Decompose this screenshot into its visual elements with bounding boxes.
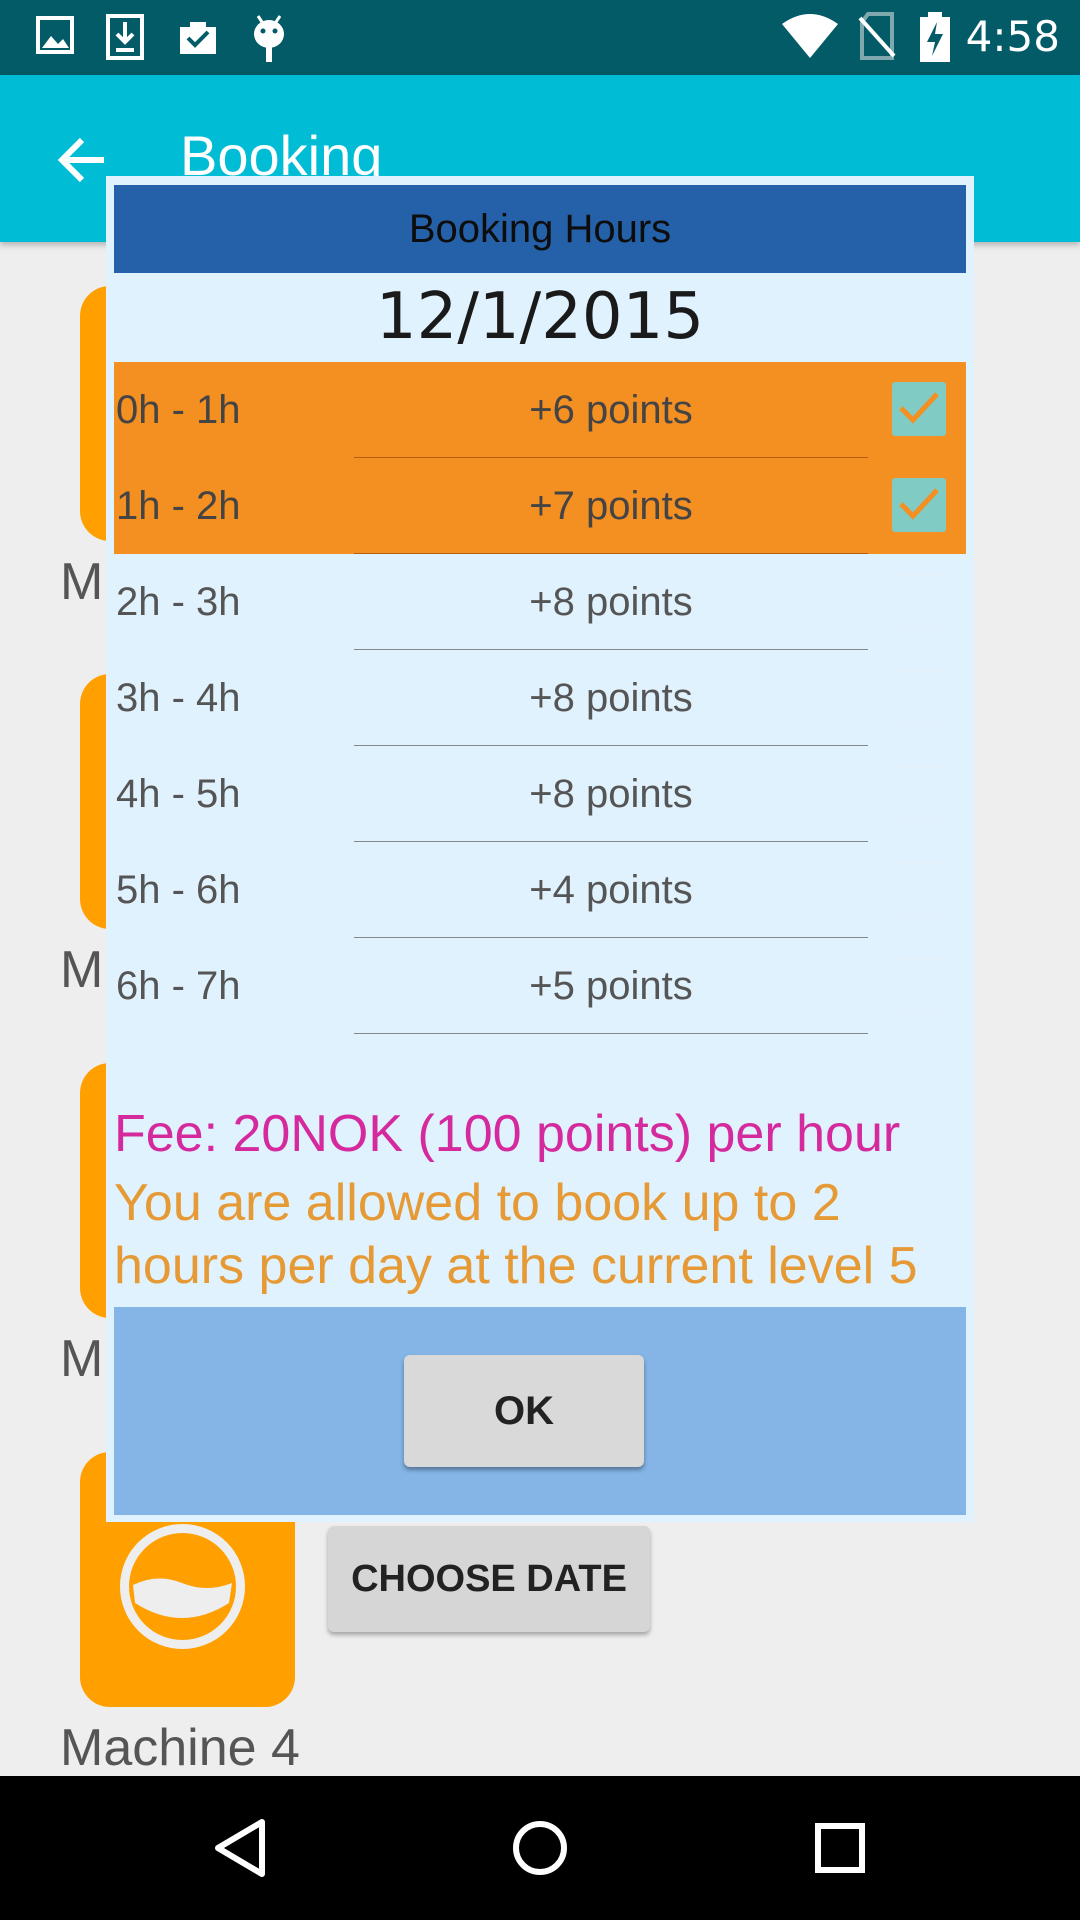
briefcase-check-icon — [180, 22, 216, 54]
arrow-back-icon[interactable] — [52, 130, 112, 190]
recents-square-icon[interactable] — [780, 1776, 900, 1920]
hour-checkbox[interactable] — [892, 670, 946, 724]
hour-checkbox[interactable] — [892, 958, 946, 1012]
hour-points: +8 points — [354, 554, 868, 650]
hour-range: 2h - 3h — [116, 580, 241, 624]
hour-list: 0h - 1h +6 points 1h - 2h +7 points 2h -… — [114, 362, 966, 1034]
hour-range: 3h - 4h — [116, 676, 241, 720]
hour-row[interactable]: 4h - 5h +8 points — [114, 746, 966, 842]
image-icon — [36, 16, 74, 54]
hour-checkbox[interactable] — [892, 574, 946, 628]
hour-range: 0h - 1h — [116, 388, 241, 432]
hour-range: 6h - 7h — [116, 964, 241, 1008]
hour-range: 5h - 6h — [116, 868, 241, 912]
hour-row[interactable]: 6h - 7h +5 points — [114, 938, 966, 1034]
booking-date: 12/1/2015 — [375, 280, 705, 354]
choose-date-button[interactable]: CHOOSE DATE — [328, 1526, 650, 1632]
hour-range: 4h - 5h — [116, 772, 241, 816]
hour-points: +8 points — [354, 650, 868, 746]
hour-points: +4 points — [354, 842, 868, 938]
checkmark-icon — [899, 392, 939, 424]
machine-label-1: M — [60, 553, 104, 611]
hour-row[interactable]: 2h - 3h +8 points — [114, 554, 966, 650]
hour-checkbox[interactable] — [892, 766, 946, 820]
hour-points: +5 points — [354, 938, 868, 1034]
download-icon — [106, 14, 144, 60]
hour-row[interactable]: 3h - 4h +8 points — [114, 650, 966, 746]
hour-checkbox[interactable] — [892, 862, 946, 916]
checkmark-icon — [899, 488, 939, 520]
no-sim-icon — [858, 12, 896, 60]
navigation-bar — [0, 1776, 1080, 1920]
machine-label-4: Machine 4 — [60, 1719, 300, 1777]
dialog-title: Booking Hours — [114, 185, 966, 273]
battery-charging-icon — [920, 12, 950, 62]
hour-points: +8 points — [354, 746, 868, 842]
hour-checkbox[interactable] — [892, 478, 946, 532]
wifi-icon — [782, 14, 838, 58]
clock: 4:58 — [965, 12, 1060, 61]
allowance-text: You are allowed to book up to 2 hours pe… — [114, 1174, 918, 1295]
hour-points: +7 points — [354, 458, 868, 554]
booking-hours-dialog: Booking Hours 12/1/2015 0h - 1h +6 point… — [106, 176, 974, 1522]
fee-text: Fee: 20NOK (100 points) per hour — [114, 1105, 901, 1163]
washing-machine-icon — [120, 1524, 245, 1649]
hour-row[interactable]: 5h - 6h +4 points — [114, 842, 966, 938]
hour-points: +6 points — [354, 362, 868, 458]
back-triangle-icon[interactable] — [180, 1776, 300, 1920]
hour-row[interactable]: 1h - 2h +7 points — [114, 458, 966, 554]
hour-range: 1h - 2h — [116, 484, 241, 528]
status-bar: 4:58 — [0, 0, 1080, 75]
ok-button[interactable]: OK — [404, 1355, 644, 1467]
hour-row[interactable]: 0h - 1h +6 points — [114, 362, 966, 458]
hour-checkbox[interactable] — [892, 382, 946, 436]
home-circle-icon[interactable] — [480, 1776, 600, 1920]
dialog-footer: OK — [114, 1307, 966, 1515]
android-icon — [254, 15, 284, 62]
machine-label-3: M — [60, 1330, 104, 1388]
machine-label-2: M — [60, 941, 104, 999]
